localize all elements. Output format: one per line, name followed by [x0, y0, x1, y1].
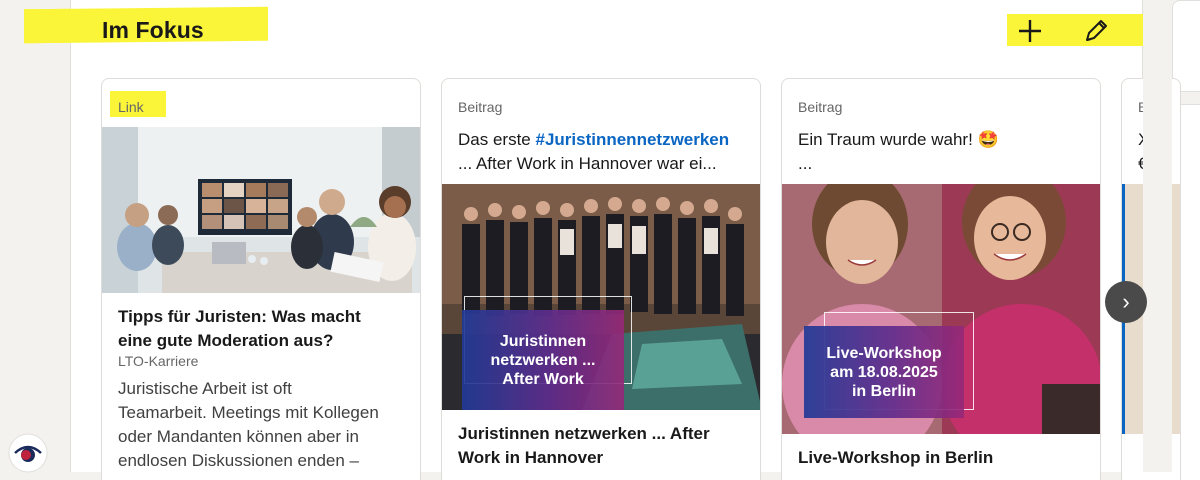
meeting-photo — [102, 127, 420, 293]
card-title-line: Work in Hannover — [458, 448, 604, 467]
headline-text: Das erste — [458, 130, 536, 149]
plus-icon — [1019, 20, 1041, 42]
card-type-label: Beitrag — [798, 99, 843, 115]
eye-logo-icon — [8, 433, 48, 473]
card-headline-line: ... — [798, 154, 813, 173]
networking-image[interactable]: Juristinnen netzwerken ... After Work — [442, 184, 760, 410]
overlay-line: After Work — [502, 370, 584, 388]
workshop-image[interactable]: Live-Workshop am 18.08.2025 in Berlin — [782, 184, 1100, 434]
card-title-line: Tipps für Juristen: Was macht — [118, 307, 361, 326]
featured-card-post[interactable]: Beitrag Ein Traum wurde wahr! 🤩 ... Live… — [781, 78, 1101, 480]
card-headline[interactable]: Das erste #Juristinnennetzwerken ... Aft… — [458, 128, 750, 176]
chevron-right-icon: › — [1122, 289, 1130, 314]
card-type-label: Beitrag — [458, 99, 503, 115]
card-headline-line: ... After Work in Hannover war ei... — [458, 154, 717, 173]
edit-button[interactable] — [1076, 14, 1116, 48]
featured-card-post[interactable]: Beitrag Das erste #Juristinnennetzwerken… — [441, 78, 761, 480]
featured-card-link[interactable]: Link Tipps für Juristen: Was macht eine … — [101, 78, 421, 480]
card-title-line: Live-Workshop in Berlin — [798, 448, 994, 467]
card-headline[interactable]: Ein Traum wurde wahr! 🤩 ... — [798, 128, 1090, 176]
card-description-line: oder Mandanten können aber in — [118, 427, 360, 446]
meeting-image[interactable] — [102, 127, 420, 293]
card-type-label: Link — [118, 99, 144, 115]
card-description-line: endlosen Diskussionen enden – — [118, 451, 360, 470]
image-overlay-text: Live-Workshop am 18.08.2025 in Berlin — [804, 326, 964, 418]
card-headline-line: Ein Traum wurde wahr! 🤩 — [798, 130, 999, 149]
card-title[interactable]: Juristinnen netzwerken ... After Work in… — [458, 422, 748, 470]
card-title-line: Juristinnen netzwerken ... After — [458, 424, 710, 443]
section-mask-right — [1143, 0, 1172, 472]
add-button[interactable] — [1010, 14, 1050, 48]
carousel-next-button[interactable]: › — [1105, 281, 1147, 323]
image-overlay-text: Juristinnen netzwerken ... After Work — [462, 310, 624, 410]
overlay-line: in Berlin — [851, 382, 916, 400]
overlay-line: am 18.08.2025 — [830, 363, 938, 381]
card-title[interactable]: Tipps für Juristen: Was macht eine gute … — [118, 305, 408, 353]
card-description: Juristische Arbeit ist oft Teamarbeit. M… — [118, 377, 410, 473]
card-source: LTO-Karriere — [118, 353, 199, 369]
card-description-line: Teamarbeit. Meetings mit Kollegen — [118, 403, 379, 422]
card-title-line: eine gute Moderation aus? — [118, 331, 334, 350]
overlay-line: netzwerken ... — [490, 351, 596, 369]
section-title: Im Fokus — [102, 17, 204, 43]
card-description-line: Juristische Arbeit ist oft — [118, 379, 292, 398]
overlay-line: Juristinnen — [499, 332, 587, 350]
pencil-icon — [1086, 20, 1107, 41]
card-title[interactable]: Live-Workshop in Berlin — [798, 446, 1088, 470]
overlay-line: Live-Workshop — [826, 344, 942, 362]
card-headline-line: Das erste #Juristinnennetzwerken — [458, 128, 750, 152]
hashtag-link[interactable]: #Juristinnennetzwerken — [535, 130, 729, 149]
